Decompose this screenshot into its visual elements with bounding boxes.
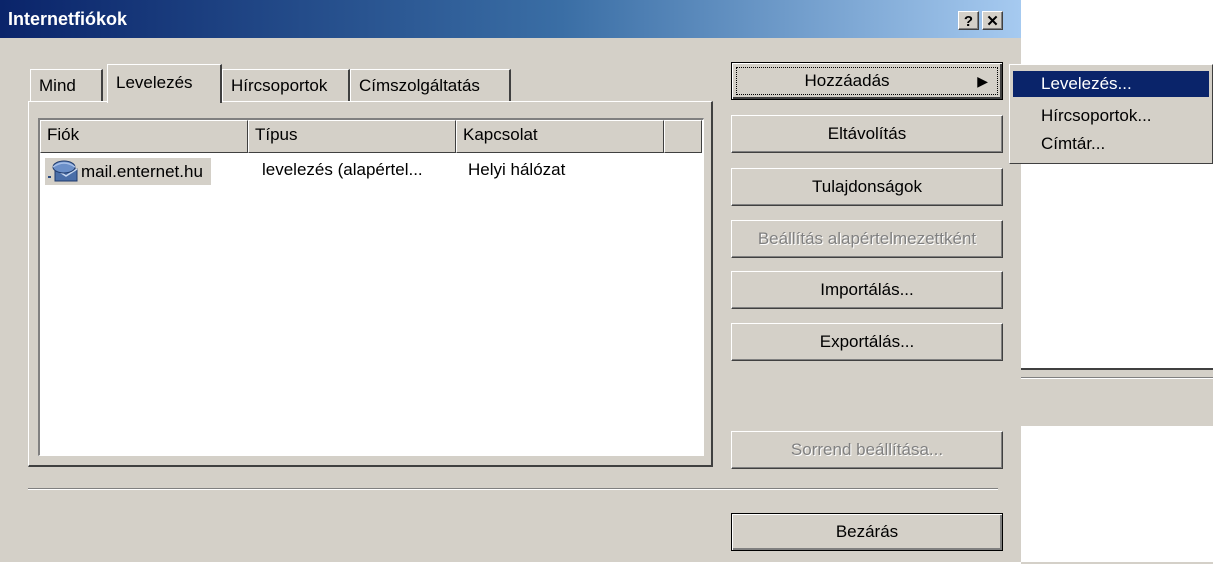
add-button-label: Hozzáadás bbox=[804, 71, 890, 90]
window-title: Internetfiókok bbox=[8, 9, 128, 29]
mail-account-icon bbox=[48, 160, 78, 182]
tab-levelezes[interactable]: Levelezés bbox=[107, 64, 222, 103]
account-connection-cell: Helyi hálózat bbox=[468, 160, 566, 179]
accounts-list[interactable]: Fiók Típus Kapcsolat mail.enternet.hu le… bbox=[38, 118, 704, 456]
menu-item-hircsoportok[interactable]: Hírcsoportok... bbox=[1013, 103, 1209, 129]
add-menu: Levelezés... Hírcsoportok... Címtár... bbox=[1009, 64, 1213, 164]
separator bbox=[28, 488, 998, 490]
properties-button[interactable]: Tulajdonságok bbox=[731, 168, 1003, 206]
menu-item-cimtar[interactable]: Címtár... bbox=[1013, 131, 1209, 157]
internet-accounts-dialog: Internetfiókok ? ✕ Mind Levelezés Hírcso… bbox=[0, 0, 1021, 562]
column-header-connection[interactable]: Kapcsolat bbox=[456, 120, 664, 153]
close-button[interactable]: Bezárás bbox=[731, 513, 1003, 551]
tab-cimszolgaltatas[interactable]: Címszolgáltatás bbox=[350, 69, 511, 101]
column-header-type[interactable]: Típus bbox=[248, 120, 456, 153]
account-name: mail.enternet.hu bbox=[81, 162, 203, 181]
arrow-right-icon: ▶ bbox=[977, 73, 988, 89]
close-window-button[interactable]: ✕ bbox=[982, 11, 1003, 30]
add-button[interactable]: Hozzáadás ▶ bbox=[731, 62, 1003, 100]
account-cell[interactable]: mail.enternet.hu bbox=[45, 158, 211, 185]
tab-hircsoportok[interactable]: Hírcsoportok bbox=[222, 69, 350, 101]
import-button[interactable]: Importálás... bbox=[731, 271, 1003, 309]
help-button[interactable]: ? bbox=[958, 11, 979, 30]
background-window bbox=[1021, 368, 1213, 564]
account-type-cell: levelezés (alapértel... bbox=[262, 160, 423, 179]
column-header-account[interactable]: Fiók bbox=[40, 120, 248, 153]
set-default-button[interactable]: Beállítás alapértelmezettként bbox=[731, 220, 1003, 258]
column-header-filler bbox=[664, 120, 702, 153]
menu-item-levelezes[interactable]: Levelezés... bbox=[1013, 71, 1209, 97]
remove-button[interactable]: Eltávolítás bbox=[731, 115, 1003, 153]
order-button[interactable]: Sorrend beállítása... bbox=[731, 431, 1003, 469]
title-bar[interactable]: Internetfiókok ? ✕ bbox=[0, 0, 1021, 38]
export-button[interactable]: Exportálás... bbox=[731, 323, 1003, 361]
tab-mind[interactable]: Mind bbox=[30, 69, 103, 101]
